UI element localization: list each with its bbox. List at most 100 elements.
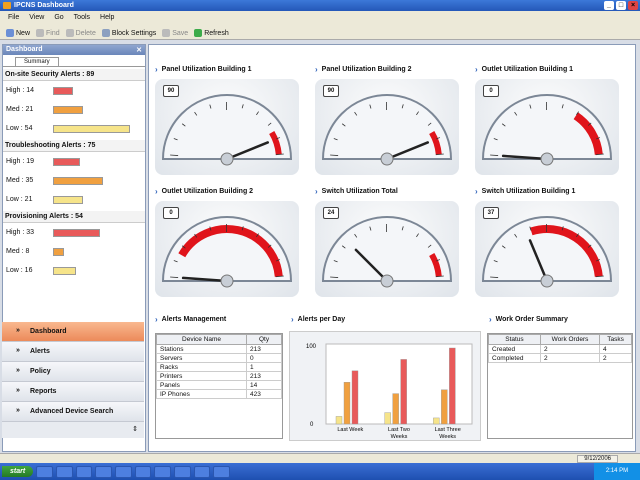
gauge-title-text: Switch Utilization Total [321,188,398,195]
save-icon [162,29,171,37]
gauge-title: › Switch Utilization Total [315,187,398,196]
taskbar-item[interactable] [134,465,152,478]
table-cell: 2 [599,353,632,363]
alert-row: Low : 54 [3,119,145,138]
gauge-dial [161,94,293,166]
taskbar-item[interactable] [213,465,230,478]
alert-row: Med : 35 [3,171,145,190]
col-device-name[interactable]: Device Name [155,334,248,345]
gauge: 90 [315,79,459,175]
gauge-title-text: Panel Utilization Building 1 [161,66,252,73]
gauge: 90 [155,79,299,175]
table-row[interactable]: Printers 213 [155,371,282,381]
menu-help[interactable]: Help [100,14,114,24]
taskbar-item[interactable] [114,465,132,478]
bar [449,347,456,425]
alert-bar [53,158,81,166]
chevron-icon: › [155,187,158,196]
gauge-dial [321,216,453,288]
chevron-icon: » [16,327,20,334]
menu-bar: File View Go Tools Help [0,11,640,24]
alert-row-label: Low : 21 [6,196,33,203]
expand-icon[interactable]: ⇕ [132,425,138,433]
minimize-button[interactable]: _ [604,1,614,10]
taskbar-item[interactable] [75,465,93,478]
save-button[interactable]: Save [162,27,188,39]
y-tick-label: 0 [310,422,314,428]
table-cell: Racks [155,362,248,372]
table-cell: Servers [155,353,248,363]
new-icon [6,29,14,37]
chevron-icon: › [475,65,478,74]
col-qty[interactable]: Qty [246,334,282,345]
taskbar-item[interactable] [173,465,191,478]
gauge-hub [540,274,554,288]
table-cell: 14 [246,380,282,390]
new-button[interactable]: New [6,27,30,39]
alert-row: High : 14 [3,81,145,100]
gauge-dial [161,216,293,288]
x-tick-label: Weeks [391,434,408,440]
menu-tools[interactable]: Tools [74,14,90,24]
refresh-button[interactable]: Refresh [194,27,229,39]
table-row[interactable]: Stations 213 [155,344,282,354]
gauge-dial [481,94,613,166]
table-row[interactable]: Servers 0 [155,353,282,363]
x-tick-label: Last Three [435,427,461,433]
menu-file[interactable]: File [8,14,19,24]
gauge-title: › Switch Utilization Building 1 [475,187,575,196]
table-cell: Stations [155,344,248,354]
col-status[interactable]: Status [488,334,541,345]
taskbar-item[interactable] [55,465,73,478]
nav-advanced-device-search[interactable]: » Advanced Device Search [2,402,144,422]
table-row[interactable]: Panels 14 [155,380,282,390]
col-tasks[interactable]: Tasks [599,334,632,345]
taskbar-item[interactable] [36,465,53,478]
chevron-icon: › [489,315,492,324]
close-button[interactable]: × [628,1,638,10]
maximize-button[interactable]: □ [616,1,626,10]
alert-group-title[interactable]: Troubleshooting Alerts : 75 [3,140,145,152]
taskbar-item[interactable] [193,465,211,478]
nav-reports[interactable]: » Reports [2,382,144,402]
find-button[interactable]: Find [36,27,60,39]
gauge-face [321,94,453,160]
taskbar: start 2:14 PM [0,463,640,480]
nav-panel: » Dashboard » Alerts » Policy » Reports » Adv… [2,322,144,438]
col-work-orders[interactable]: Work Orders [539,334,601,345]
menu-view[interactable]: View [29,14,44,24]
alert-group-title[interactable]: On-site Security Alerts : 89 [3,69,145,81]
taskbar-item[interactable] [154,465,171,478]
chevron-icon: » [16,407,20,414]
delete-icon [65,29,74,37]
gauge-hub [380,152,394,166]
table-row[interactable]: Racks 1 [155,362,282,372]
start-button[interactable]: start [2,466,34,477]
gauge-title: › Outlet Utilization Building 1 [475,65,573,74]
menu-go[interactable]: Go [54,14,63,24]
taskbar-item[interactable] [95,465,112,478]
gauge-title-text: Panel Utilization Building 2 [321,66,412,73]
table-row[interactable]: Completed 2 2 [488,353,632,363]
table-cell: 2 [539,353,601,363]
bar [351,370,359,425]
nav-dashboard[interactable]: » Dashboard [2,322,144,342]
alert-bar [53,87,74,95]
alert-row: High : 33 [3,223,145,242]
alert-group-title[interactable]: Provisioning Alerts : 54 [3,211,145,223]
block-settings-button[interactable]: Block Settings [101,27,156,39]
work-order-table: Status Work Orders Tasks Created 2 4 Comple… [487,333,633,439]
chevron-icon: › [315,65,318,74]
alert-bar [53,196,84,204]
tab-summary[interactable]: Summary [15,57,59,66]
sidebar-close-icon[interactable]: ✕ [136,46,142,54]
nav-alerts[interactable]: » Alerts [2,342,144,362]
status-bar: 9/12/2006 [0,453,640,463]
table-row[interactable]: IP Phones 423 [155,389,282,399]
delete-button[interactable]: Delete [65,27,96,39]
nav-policy[interactable]: » Policy [2,362,144,382]
sidebar-title: Dashboard [6,46,43,53]
table-cell: 4 [599,344,632,354]
table-row[interactable]: Created 2 4 [488,344,632,354]
alert-row-label: High : 19 [6,158,35,165]
